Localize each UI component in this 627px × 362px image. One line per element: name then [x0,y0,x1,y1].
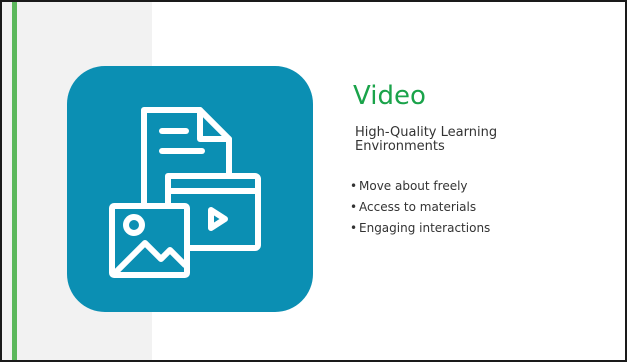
slide-subtitle: High-Quality Learning Environments [355,125,498,154]
play-icon [208,207,228,231]
document-image-video-icon [109,107,261,278]
bullet-item: Move about freely [350,178,490,199]
slide: Video High-Quality Learning Environments… [0,0,627,362]
slide-title: Video [353,81,426,111]
media-icon-tile [67,66,313,312]
bullet-item: Access to materials [350,199,490,220]
accent-bar [12,2,17,360]
bullet-item: Engaging interactions [350,220,490,241]
bullet-list: Move about freely Access to materials En… [350,178,490,241]
